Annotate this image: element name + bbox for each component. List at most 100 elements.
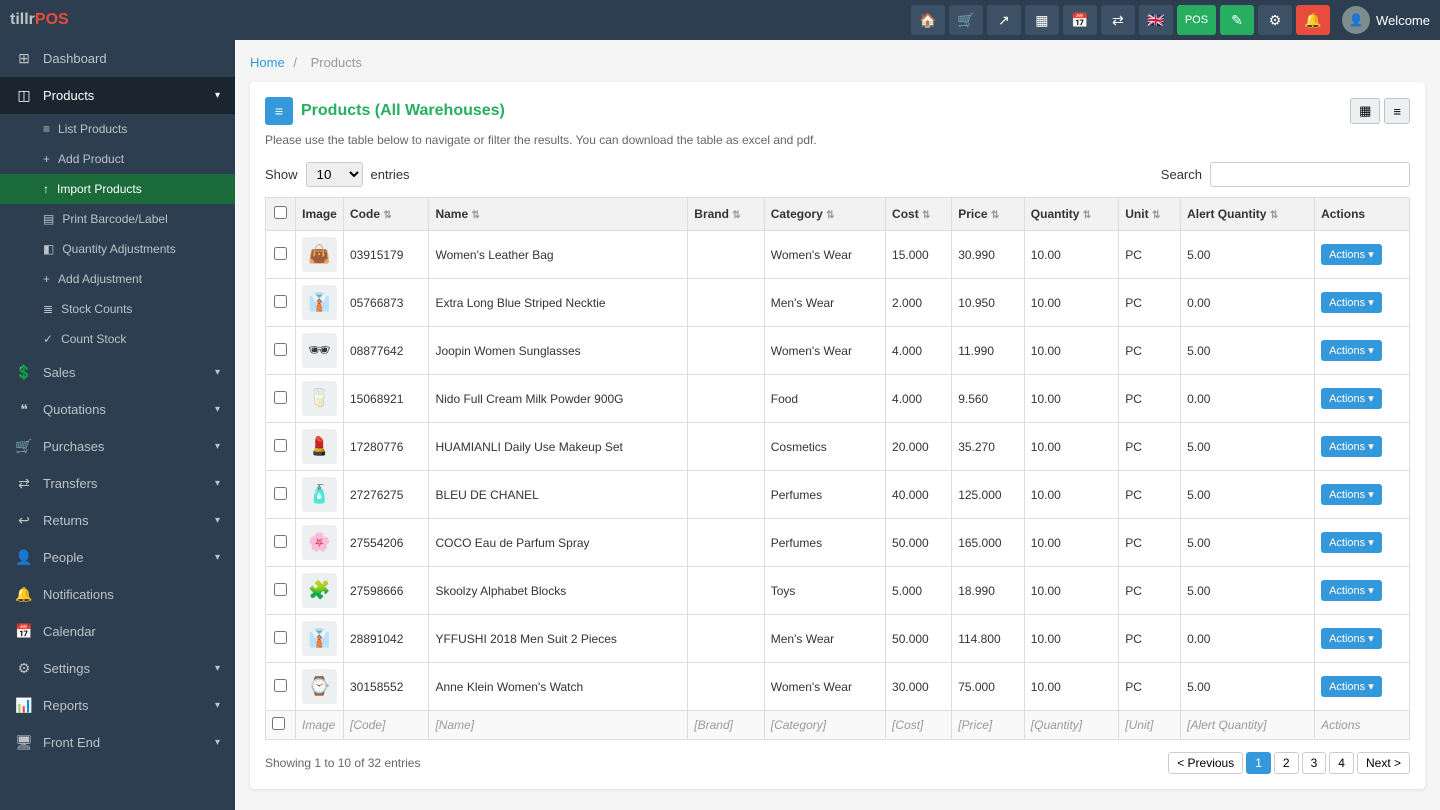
sidebar-item-people[interactable]: 👤 People ▾: [0, 539, 235, 576]
col-cost[interactable]: Cost ⇅: [886, 198, 952, 231]
row-select-0[interactable]: [274, 247, 287, 260]
actions-btn-9[interactable]: Actions ▾: [1321, 676, 1382, 697]
list-view-btn[interactable]: ≡: [1384, 98, 1410, 124]
row-code-1: 05766873: [344, 279, 429, 327]
actions-btn-3[interactable]: Actions ▾: [1321, 388, 1382, 409]
actions-btn-7[interactable]: Actions ▾: [1321, 580, 1382, 601]
sidebar-item-quotations[interactable]: ❝ Quotations ▾: [0, 391, 235, 428]
actions-btn-0[interactable]: Actions ▾: [1321, 244, 1382, 265]
sidebar-subitem-import-products[interactable]: ↑ Import Products: [0, 174, 235, 204]
actions-btn-4[interactable]: Actions ▾: [1321, 436, 1382, 457]
footer-price: [Price]: [952, 711, 1025, 740]
actions-btn-8[interactable]: Actions ▾: [1321, 628, 1382, 649]
entries-select[interactable]: 10 25 50 100: [306, 162, 363, 187]
sidebar-item-notifications[interactable]: 🔔 Notifications: [0, 576, 235, 613]
col-brand[interactable]: Brand ⇅: [688, 198, 764, 231]
sidebar-subitem-add-adj[interactable]: + Add Adjustment: [0, 264, 235, 294]
col-alert-qty[interactable]: Alert Quantity ⇅: [1181, 198, 1315, 231]
row-select-6[interactable]: [274, 535, 287, 548]
exchange-nav-btn[interactable]: ⇄: [1101, 5, 1135, 35]
actions-btn-1[interactable]: Actions ▾: [1321, 292, 1382, 313]
flag-nav-btn[interactable]: 🇬🇧: [1139, 5, 1173, 35]
sidebar-item-returns[interactable]: ↩ Returns ▾: [0, 502, 235, 539]
row-select-8[interactable]: [274, 631, 287, 644]
sidebar-item-reports[interactable]: 📊 Reports ▾: [0, 687, 235, 724]
page-btn-1[interactable]: 1: [1246, 752, 1271, 774]
edit-nav-btn[interactable]: ✎: [1220, 5, 1254, 35]
row-quantity-0: 10.00: [1024, 231, 1118, 279]
actions-btn-2[interactable]: Actions ▾: [1321, 340, 1382, 361]
page-btn-3[interactable]: 3: [1302, 752, 1327, 774]
sidebar-item-frontend[interactable]: 🖥 Front End ▾: [0, 724, 235, 761]
sidebar-item-dashboard[interactable]: ⊞ Dashboard: [0, 40, 235, 77]
alert-nav-btn[interactable]: 🔔: [1296, 5, 1330, 35]
footer-image: Image: [296, 711, 344, 740]
category-sort-icon: ⇅: [826, 210, 834, 221]
row-select-1[interactable]: [274, 295, 287, 308]
sidebar-item-purchases[interactable]: 🛒 Purchases ▾: [0, 428, 235, 465]
row-brand-5: [688, 471, 764, 519]
col-code[interactable]: Code ⇅: [344, 198, 429, 231]
sidebar-item-sales[interactable]: 💲 Sales ▾: [0, 354, 235, 391]
sidebar-subitem-qty-adj[interactable]: ◧ Quantity Adjustments: [0, 234, 235, 264]
settings-nav-btn[interactable]: ⚙: [1258, 5, 1292, 35]
import-products-label: Import Products: [57, 182, 142, 196]
sidebar-subitem-count-stock[interactable]: ✓ Count Stock: [0, 324, 235, 354]
row-alert-1: 0.00: [1181, 279, 1315, 327]
grid-view-btn[interactable]: ▦: [1350, 98, 1380, 124]
col-name[interactable]: Name ⇅: [429, 198, 688, 231]
sidebar-item-transfers[interactable]: ⇄ Transfers ▾: [0, 465, 235, 502]
count-stock-label: Count Stock: [61, 332, 126, 346]
page-btn-2[interactable]: 2: [1274, 752, 1299, 774]
row-select-4[interactable]: [274, 439, 287, 452]
row-name-7: Skoolzy Alphabet Blocks: [429, 567, 688, 615]
cart-nav-btn[interactable]: 🛒: [949, 5, 983, 35]
sidebar-item-settings[interactable]: ⚙ Settings ▾: [0, 650, 235, 687]
row-select-9[interactable]: [274, 679, 287, 692]
row-unit-5: PC: [1119, 471, 1181, 519]
col-quantity[interactable]: Quantity ⇅: [1024, 198, 1118, 231]
search-input[interactable]: [1210, 162, 1410, 187]
row-alert-5: 5.00: [1181, 471, 1315, 519]
actions-btn-6[interactable]: Actions ▾: [1321, 532, 1382, 553]
sidebar-subitem-list-products[interactable]: ≡ List Products: [0, 114, 235, 144]
sidebar-label-notifications: Notifications: [43, 587, 220, 602]
calendar-nav-btn[interactable]: 📅: [1063, 5, 1097, 35]
quotations-icon: ❝: [15, 401, 33, 418]
col-price[interactable]: Price ⇅: [952, 198, 1025, 231]
sidebar-subitem-print-barcode[interactable]: ▤ Print Barcode/Label: [0, 204, 235, 234]
page-btn-4[interactable]: 4: [1329, 752, 1354, 774]
calendar-icon: 📅: [15, 623, 33, 640]
row-select-2[interactable]: [274, 343, 287, 356]
row-price-5: 125.000: [952, 471, 1025, 519]
row-select-3[interactable]: [274, 391, 287, 404]
print-barcode-icon: ▤: [43, 212, 54, 226]
breadcrumb-home[interactable]: Home: [250, 55, 285, 70]
share-nav-btn[interactable]: ↗: [987, 5, 1021, 35]
row-select-5[interactable]: [274, 487, 287, 500]
row-select-7[interactable]: [274, 583, 287, 596]
home-nav-btn[interactable]: 🏠: [911, 5, 945, 35]
pos-btn[interactable]: POS: [1177, 5, 1216, 35]
next-page-btn[interactable]: Next >: [1357, 752, 1410, 774]
prev-page-btn[interactable]: < Previous: [1168, 752, 1243, 774]
actions-btn-5[interactable]: Actions ▾: [1321, 484, 1382, 505]
sidebar-subitem-add-product[interactable]: + Add Product: [0, 144, 235, 174]
sidebar-item-calendar[interactable]: 📅 Calendar: [0, 613, 235, 650]
row-unit-8: PC: [1119, 615, 1181, 663]
row-checkbox-0: [266, 231, 296, 279]
table-nav-btn[interactable]: ▦: [1025, 5, 1059, 35]
footer-checkbox-input[interactable]: [272, 717, 285, 730]
sidebar-item-products[interactable]: ◫ Products ▾: [0, 77, 235, 114]
select-all-checkbox[interactable]: [274, 206, 287, 219]
row-name-2: Joopin Women Sunglasses: [429, 327, 688, 375]
col-category[interactable]: Category ⇅: [764, 198, 885, 231]
row-category-4: Cosmetics: [764, 423, 885, 471]
col-unit[interactable]: Unit ⇅: [1119, 198, 1181, 231]
row-category-1: Men's Wear: [764, 279, 885, 327]
table-row: 🥛 15068921 Nido Full Cream Milk Powder 9…: [266, 375, 1410, 423]
returns-icon: ↩: [15, 512, 33, 529]
row-name-1: Extra Long Blue Striped Necktie: [429, 279, 688, 327]
sidebar-subitem-stock-counts[interactable]: ≣ Stock Counts: [0, 294, 235, 324]
footer-cost: [Cost]: [886, 711, 952, 740]
